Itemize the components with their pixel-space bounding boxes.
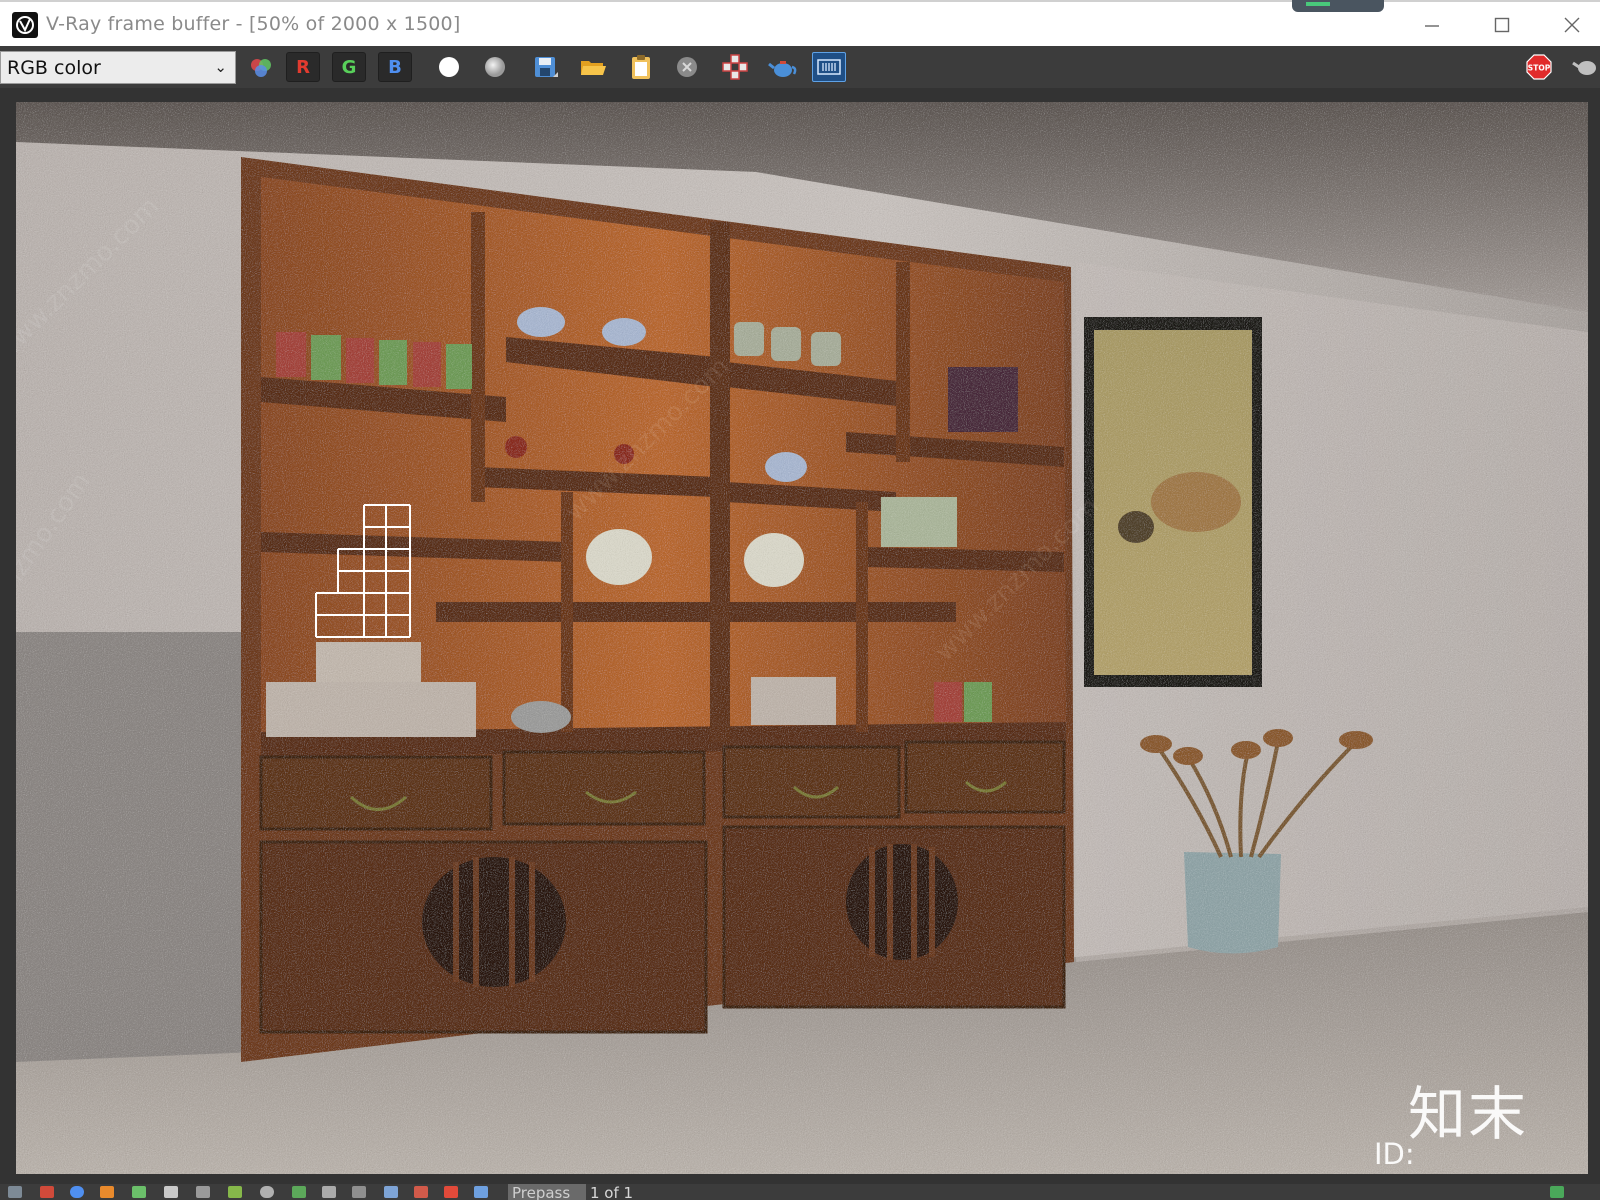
render-image[interactable]: www.znzmo.com znzmo.com www.znzmo.com ww… xyxy=(16,102,1588,1174)
hsl-icon[interactable] xyxy=(132,1186,146,1198)
lut-icon[interactable] xyxy=(352,1186,366,1198)
window-title: V-Ray frame buffer - [50% of 2000 x 1500… xyxy=(46,13,461,35)
channel-select[interactable]: RGB color ⌄ xyxy=(0,51,236,84)
white-dot-icon[interactable] xyxy=(432,52,466,82)
toolbar: RGB color ⌄ R G B STOP xyxy=(0,46,1600,88)
clear-image-icon[interactable] xyxy=(670,52,704,82)
performance-widget xyxy=(1292,0,1384,12)
stop-label: STOP xyxy=(1528,64,1551,73)
minimize-icon xyxy=(1425,25,1439,27)
maximize-button[interactable] xyxy=(1474,6,1530,44)
gray-dot-icon[interactable] xyxy=(478,52,512,82)
exposure-curve-icon[interactable] xyxy=(322,1186,336,1198)
maximize-icon xyxy=(1494,17,1510,33)
render-last-icon[interactable] xyxy=(1570,52,1600,82)
channel-select-value: RGB color xyxy=(7,57,101,79)
history-icon[interactable] xyxy=(8,1186,22,1198)
blue-channel-button[interactable]: B xyxy=(378,52,412,82)
watermark-id: ID: 1139398975 xyxy=(1374,1137,1559,1174)
settings-gear-icon[interactable] xyxy=(260,1186,274,1198)
red-channel-button[interactable]: R xyxy=(286,52,320,82)
ab-compare-icon[interactable] xyxy=(444,1186,458,1198)
color-channels-icon[interactable] xyxy=(244,52,278,82)
status-indicator-icon xyxy=(1550,1186,1564,1198)
pass-progress: 1 of 1 xyxy=(590,1184,634,1200)
title-bar: V-Ray frame buffer - [50% of 2000 x 1500… xyxy=(0,0,1600,46)
pass-label: Prepass xyxy=(508,1184,586,1200)
track-mouse-icon[interactable] xyxy=(718,52,752,82)
viewport[interactable]: www.znzmo.com znzmo.com www.znzmo.com ww… xyxy=(0,88,1600,1184)
layers-icon[interactable] xyxy=(40,1186,54,1198)
curve-icon[interactable] xyxy=(228,1186,242,1198)
render-teapot-icon[interactable] xyxy=(766,52,800,82)
minimize-button[interactable] xyxy=(1404,6,1460,44)
load-image-icon[interactable] xyxy=(576,52,610,82)
vray-logo-icon xyxy=(12,12,38,38)
chevron-down-icon: ⌄ xyxy=(214,58,227,76)
color-correction-icon[interactable] xyxy=(100,1186,114,1198)
levels-icon[interactable] xyxy=(164,1186,178,1198)
rendered-scene: www.znzmo.com znzmo.com www.znzmo.com ww… xyxy=(16,102,1588,1174)
status-bar: Prepass 1 of 1 xyxy=(0,1184,1600,1200)
background-image-icon[interactable] xyxy=(292,1186,306,1198)
histogram-icon[interactable] xyxy=(196,1186,210,1198)
stamp-icon[interactable] xyxy=(474,1186,488,1198)
close-icon xyxy=(1564,17,1580,33)
compare-icon[interactable] xyxy=(414,1186,428,1198)
save-image-icon[interactable] xyxy=(528,52,562,82)
h-icon[interactable] xyxy=(384,1186,398,1198)
render-region-icon[interactable] xyxy=(812,52,846,82)
clipboard-icon[interactable] xyxy=(624,52,658,82)
info-icon[interactable] xyxy=(70,1186,84,1198)
stop-render-icon[interactable]: STOP xyxy=(1522,52,1556,82)
green-channel-button[interactable]: G xyxy=(332,52,366,82)
close-button[interactable] xyxy=(1544,6,1600,44)
